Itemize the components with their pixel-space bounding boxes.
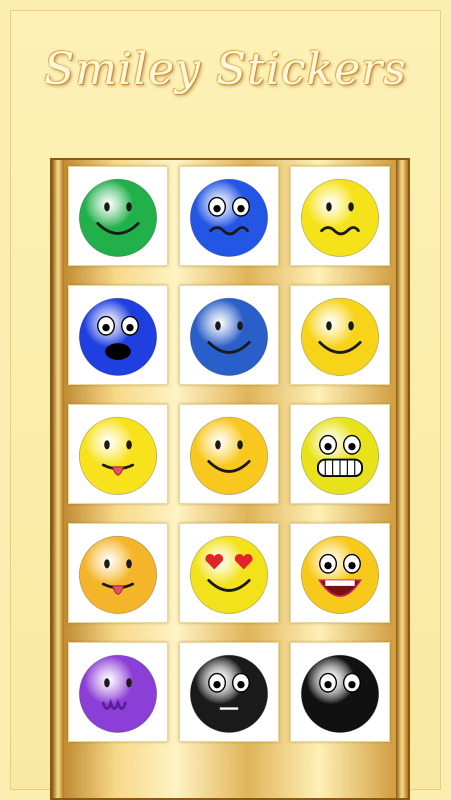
black-bomb-smiley-icon: [300, 654, 380, 733]
sticker-cell[interactable]: [179, 404, 279, 504]
heart-eyes-smiley-icon: [189, 535, 269, 614]
board-rail-left: [52, 160, 64, 798]
sticker-cell[interactable]: [290, 642, 390, 742]
sticker-cell[interactable]: [179, 523, 279, 623]
sticker-board: [50, 158, 410, 800]
blue-worried-smiley-icon: [189, 178, 269, 257]
winking-tongue-smiley-icon: [78, 535, 158, 614]
board-rail-right: [396, 160, 408, 798]
sticker-cell[interactable]: [68, 285, 168, 385]
sticker-cell[interactable]: [179, 166, 279, 266]
laughing-lady-smiley-icon: [300, 535, 380, 614]
tongue-out-smiley-icon: [78, 416, 158, 495]
small-yellow-smiley-icon: [189, 416, 269, 495]
sticker-cell[interactable]: [68, 404, 168, 504]
sticker-grid: [68, 166, 390, 742]
yellow-nauseous-smiley-icon: [300, 178, 380, 257]
sticker-cell[interactable]: [290, 166, 390, 266]
sticker-cell[interactable]: [179, 642, 279, 742]
purple-smiley-icon: [78, 654, 158, 733]
dark-blue-smiley-icon: [189, 297, 269, 376]
sticker-cell[interactable]: [290, 404, 390, 504]
watchmen-smiley-icon: [300, 297, 380, 376]
big-grin-smiley-icon: [300, 416, 380, 495]
green-smiley-icon: [78, 178, 158, 257]
sticker-cell[interactable]: [68, 642, 168, 742]
sticker-cell[interactable]: [290, 285, 390, 385]
sticker-cell[interactable]: [290, 523, 390, 623]
sticker-cell[interactable]: [68, 523, 168, 623]
sticker-cell[interactable]: [68, 166, 168, 266]
black-scared-smiley-icon: [189, 654, 269, 733]
app-title: Smiley Stickers: [44, 44, 407, 95]
sticker-cell[interactable]: [179, 285, 279, 385]
blue-shocked-smiley-icon: [78, 297, 158, 376]
